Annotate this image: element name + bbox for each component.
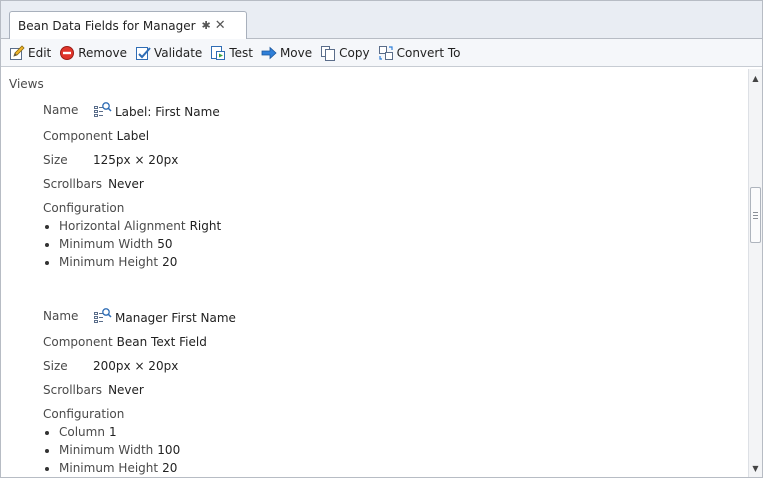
vertical-scrollbar[interactable]: ▲ ▼ xyxy=(748,69,762,477)
config-value: Right xyxy=(189,219,222,233)
test-label: Test xyxy=(229,45,253,60)
configuration-list: Horizontal Alignment Right Minimum Width… xyxy=(45,217,221,271)
scrollbars-key: Scrollbars xyxy=(43,383,103,397)
scrollbars-row: Scrollbars Never xyxy=(43,175,144,193)
config-key: Horizontal Alignment xyxy=(59,219,186,233)
tab-strip: Bean Data Fields for Manager ✱ ✕ xyxy=(1,1,762,39)
name-value: Label: First Name xyxy=(93,101,220,119)
scrollbars-value: Never xyxy=(108,177,144,191)
configuration-key: Configuration xyxy=(43,201,125,215)
name-value-text: Manager First Name xyxy=(115,311,236,325)
tab-label: Bean Data Fields for Manager xyxy=(18,18,196,33)
configuration-key: Configuration xyxy=(43,407,125,421)
test-icon xyxy=(211,45,226,60)
size-value: 200px × 20px xyxy=(93,359,179,373)
close-icon[interactable]: ✕ xyxy=(215,18,226,33)
edit-icon xyxy=(10,44,25,60)
component-key: Component xyxy=(43,129,113,143)
config-value: 20 xyxy=(162,461,178,475)
config-item: Horizontal Alignment Right xyxy=(45,217,221,235)
config-item: Minimum Width 50 xyxy=(45,235,221,253)
config-value: 1 xyxy=(108,425,117,439)
config-item: Minimum Height 20 xyxy=(45,459,180,477)
move-label: Move xyxy=(279,45,313,60)
scrollbars-row: Scrollbars Never xyxy=(43,381,144,399)
name-key: Name xyxy=(43,309,79,323)
size-row: Size 125px × 20px xyxy=(43,151,178,169)
component-row: Component Label xyxy=(43,127,149,145)
convert-icon xyxy=(378,45,393,60)
component-key: Component xyxy=(43,335,113,349)
name-row: Name Label: First Name xyxy=(43,101,220,119)
convert-to-label: Convert To xyxy=(396,45,461,60)
move-button[interactable]: Move xyxy=(259,42,316,64)
bean-field-icon xyxy=(94,102,112,117)
copy-label: Copy xyxy=(339,45,370,60)
configuration-heading: Configuration xyxy=(43,405,124,423)
grip-line xyxy=(753,218,758,219)
views-heading: Views xyxy=(9,77,44,91)
bean-field-icon xyxy=(94,308,112,323)
copy-button[interactable]: Copy xyxy=(318,42,373,64)
name-key: Name xyxy=(43,103,79,117)
views-content: Views Name Label: First Name Component L… xyxy=(1,69,749,477)
configuration-list: Column 1 Minimum Width 100 Minimum Heigh… xyxy=(45,423,180,477)
component-row: Component Bean Text Field xyxy=(43,333,207,351)
validate-button[interactable]: Validate xyxy=(133,42,206,64)
edit-button[interactable]: Edit xyxy=(7,42,55,64)
size-key: Size xyxy=(43,153,68,167)
convert-to-button[interactable]: Convert To xyxy=(376,42,465,64)
remove-icon xyxy=(60,45,75,60)
remove-label: Remove xyxy=(78,45,127,60)
validate-icon xyxy=(135,46,151,60)
name-value-text: Label: First Name xyxy=(115,105,220,119)
remove-button[interactable]: Remove xyxy=(57,42,131,64)
scrollbars-key: Scrollbars xyxy=(43,177,103,191)
config-item: Minimum Height 20 xyxy=(45,253,221,271)
tab-bean-data-fields[interactable]: Bean Data Fields for Manager ✱ ✕ xyxy=(9,11,247,39)
test-button[interactable]: Test xyxy=(208,42,257,64)
config-key: Minimum Height xyxy=(59,461,159,475)
grip-line xyxy=(753,215,758,216)
size-key: Size xyxy=(43,359,68,373)
config-key: Minimum Width xyxy=(59,443,154,457)
edit-label: Edit xyxy=(28,45,52,60)
config-key: Minimum Height xyxy=(59,255,159,269)
component-value: Bean Text Field xyxy=(116,335,207,349)
size-value: 125px × 20px xyxy=(93,153,179,167)
validate-label: Validate xyxy=(153,45,203,60)
scrollbars-value: Never xyxy=(108,383,144,397)
config-item: Minimum Width 100 xyxy=(45,441,180,459)
scroll-thumb[interactable] xyxy=(750,187,761,243)
config-key: Column xyxy=(59,425,105,439)
config-item: Column 1 xyxy=(45,423,180,441)
move-arrow-icon xyxy=(261,46,277,59)
name-value: Manager First Name xyxy=(93,307,236,325)
config-value: 20 xyxy=(162,255,178,269)
name-row: Name Manager First Name xyxy=(43,307,236,325)
bean-data-fields-panel: Bean Data Fields for Manager ✱ ✕ Edit Re… xyxy=(0,0,763,478)
grip-line xyxy=(753,212,758,213)
pin-icon[interactable]: ✱ xyxy=(202,19,211,32)
component-value: Label xyxy=(116,129,150,143)
config-key: Minimum Width xyxy=(59,237,154,251)
config-value: 50 xyxy=(157,237,173,251)
configuration-heading: Configuration xyxy=(43,199,124,217)
scroll-down-icon[interactable]: ▼ xyxy=(749,461,762,475)
size-row: Size 200px × 20px xyxy=(43,357,178,375)
config-value: 100 xyxy=(157,443,181,457)
copy-icon xyxy=(321,45,336,61)
scroll-up-icon[interactable]: ▲ xyxy=(749,71,762,85)
toolbar: Edit Remove Validate Test Move Copy Conv… xyxy=(1,39,762,67)
